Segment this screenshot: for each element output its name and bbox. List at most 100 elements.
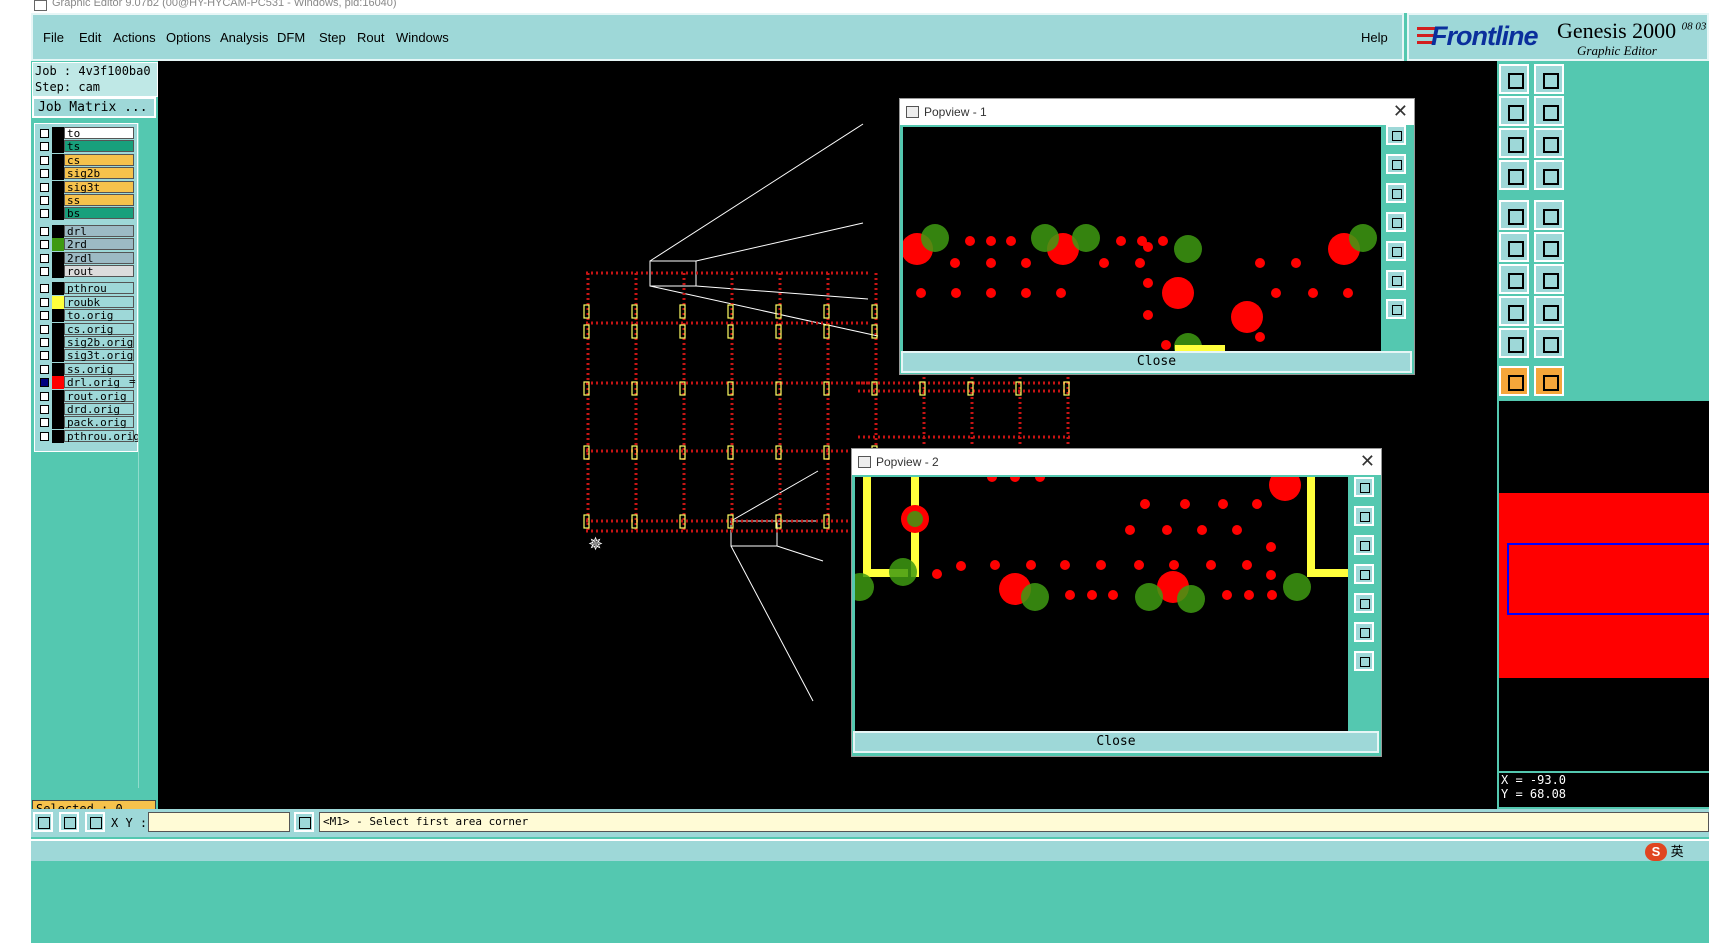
layer-checkbox[interactable] — [40, 364, 49, 374]
layer-color-swatch[interactable] — [52, 416, 64, 430]
menu-windows[interactable]: Windows — [396, 30, 449, 45]
menu-step[interactable]: Step — [319, 30, 346, 45]
layer-row[interactable]: ts — [35, 140, 137, 154]
layer-row[interactable]: cs.orig — [35, 322, 137, 336]
tool-pan-left-icon[interactable] — [1499, 96, 1529, 126]
job-matrix-button[interactable]: Job Matrix ... — [32, 97, 156, 118]
layer-checkbox[interactable] — [40, 351, 49, 361]
layer-name[interactable]: drd.orig — [64, 403, 134, 416]
layer-name[interactable]: drl.orig — [64, 376, 134, 389]
layer-name[interactable]: pack.orig — [64, 416, 134, 429]
tool-pad-icon[interactable] — [1499, 296, 1529, 326]
tool-minus-icon[interactable] — [1534, 296, 1564, 326]
layer-name[interactable]: ts — [64, 140, 134, 153]
menu-options[interactable]: Options — [166, 30, 211, 45]
pan-down-icon[interactable] — [1354, 535, 1374, 555]
layer-color-swatch[interactable] — [52, 403, 64, 416]
tool-layers-icon[interactable] — [1499, 160, 1529, 190]
tool-select-area-icon[interactable] — [1534, 366, 1564, 396]
tool-download-icon[interactable] — [1534, 64, 1564, 94]
layer-checkbox[interactable] — [40, 338, 49, 347]
layer-checkbox[interactable] — [40, 431, 49, 441]
tool-connect-icon[interactable] — [1499, 232, 1529, 262]
tool-zoom-center-icon[interactable] — [1534, 128, 1564, 158]
layer-checkbox[interactable] — [40, 142, 49, 152]
layer-row[interactable]: rout.orig — [35, 389, 137, 403]
layer-color-swatch[interactable] — [52, 127, 64, 140]
layer-checkbox[interactable] — [40, 240, 49, 250]
popview-2-close-icon[interactable]: ✕ — [1360, 451, 1375, 472]
layer-row[interactable]: to — [35, 127, 137, 140]
layer-checkbox[interactable] — [40, 267, 49, 276]
layer-checkbox[interactable] — [40, 405, 49, 414]
layer-row[interactable]: drl — [35, 224, 137, 238]
layer-checkbox[interactable] — [40, 209, 49, 219]
tool-triangle-icon[interactable] — [1499, 328, 1529, 358]
pan-right-icon[interactable] — [1386, 241, 1406, 261]
layer-checkbox[interactable] — [40, 311, 49, 321]
grid-snap-icon[interactable] — [85, 812, 105, 832]
popview-2-close-button[interactable]: Close — [853, 731, 1379, 753]
zoom-out-icon[interactable] — [1386, 299, 1406, 319]
cursor-mode-icon[interactable] — [294, 812, 314, 832]
tool-upload-icon[interactable] — [1499, 64, 1529, 94]
layer-name[interactable]: cs — [64, 153, 134, 166]
fit-view-icon[interactable] — [1386, 125, 1406, 145]
layer-checkbox[interactable] — [40, 155, 49, 165]
layer-name[interactable]: sig3t.orig — [64, 349, 134, 362]
layer-row[interactable]: pthrou.orig — [35, 429, 140, 443]
popview-1-view[interactable] — [901, 125, 1383, 353]
layer-row[interactable]: sig3t — [35, 180, 137, 194]
layer-checkbox[interactable] — [40, 418, 49, 428]
zoom-area-icon[interactable] — [33, 812, 53, 832]
tool-key-icon[interactable] — [1534, 160, 1564, 190]
layer-row[interactable]: sig2b.orig — [35, 336, 137, 349]
layer-name[interactable]: pthrou.orig — [64, 429, 140, 442]
layer-color-swatch[interactable] — [52, 389, 64, 403]
layer-row[interactable]: to.orig — [35, 309, 137, 323]
layer-color-swatch[interactable] — [52, 295, 64, 309]
menu-actions[interactable]: Actions — [113, 30, 156, 45]
fit-view-icon[interactable] — [1354, 477, 1374, 497]
layer-color-swatch[interactable] — [52, 153, 64, 167]
layer-color-swatch[interactable] — [52, 349, 64, 363]
layer-name[interactable]: ss — [64, 194, 134, 207]
layer-row[interactable]: sig3t.orig — [35, 349, 137, 363]
tool-angle-icon[interactable] — [1499, 264, 1529, 294]
layer-row[interactable]: drl.orig = — [35, 376, 137, 390]
layer-name[interactable]: to.orig — [64, 309, 134, 322]
layer-name[interactable]: 2rdl — [64, 251, 134, 264]
layer-color-swatch[interactable] — [52, 207, 64, 221]
layer-color-swatch[interactable] — [52, 251, 64, 265]
layer-checkbox[interactable] — [40, 129, 49, 138]
layer-checkbox[interactable] — [40, 182, 49, 192]
layer-scrollbar[interactable] — [138, 123, 156, 788]
menu-rout[interactable]: Rout — [357, 30, 384, 45]
pan-right-icon[interactable] — [1354, 593, 1374, 613]
layer-row[interactable]: pack.orig — [35, 416, 137, 430]
layer-checkbox[interactable] — [40, 324, 49, 334]
layer-name[interactable]: bs — [64, 207, 134, 220]
layer-checkbox[interactable] — [40, 297, 49, 307]
layer-name[interactable]: sig2b — [64, 167, 134, 180]
layer-row[interactable]: rout — [35, 265, 137, 278]
layer-row[interactable]: ss.orig — [35, 362, 137, 376]
layer-name[interactable]: cs.orig — [64, 322, 134, 335]
layer-name[interactable]: roubk — [64, 295, 134, 308]
menu-analysis[interactable]: Analysis — [220, 30, 268, 45]
tool-pan-right-icon[interactable] — [1534, 96, 1564, 126]
layer-name[interactable]: pthrou — [64, 282, 134, 295]
layer-name[interactable]: to — [64, 127, 134, 140]
popview-1-close-icon[interactable]: ✕ — [1393, 101, 1408, 122]
layer-row[interactable]: 2rdl — [35, 251, 137, 265]
layer-checkbox[interactable] — [40, 226, 49, 236]
xy-input[interactable] — [148, 812, 290, 832]
layer-name[interactable]: rout.orig — [64, 389, 134, 402]
ime-indicator[interactable]: S 英 — [1645, 841, 1684, 861]
zoom-diag-icon[interactable] — [59, 812, 79, 832]
layer-checkbox[interactable] — [40, 196, 49, 205]
layer-row[interactable]: ss — [35, 194, 137, 207]
layer-name[interactable]: drl — [64, 224, 134, 237]
layer-color-swatch[interactable] — [52, 336, 64, 349]
layer-color-swatch[interactable] — [52, 362, 64, 376]
